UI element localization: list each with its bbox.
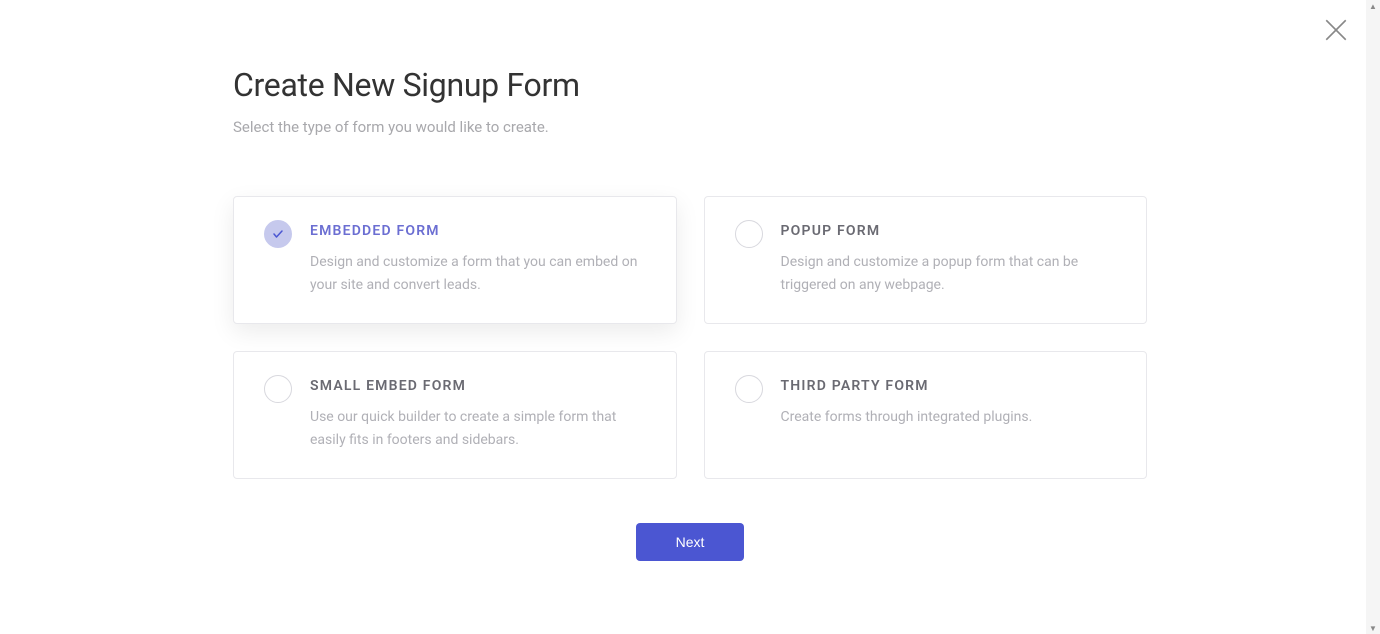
scrollbar-up-arrow-icon[interactable]: ▲ — [1366, 0, 1380, 12]
option-description: Design and customize a popup form that c… — [781, 251, 1117, 297]
option-third-party-form[interactable]: THIRD PARTY FORM Create forms through in… — [704, 351, 1148, 479]
scrollbar-down-arrow-icon[interactable]: ▼ — [1366, 622, 1380, 634]
option-title: EMBEDDED FORM — [310, 223, 646, 239]
option-embedded-form[interactable]: EMBEDDED FORM Design and customize a for… — [233, 196, 677, 324]
radio-indicator — [264, 375, 292, 403]
option-content: THIRD PARTY FORM Create forms through in… — [781, 378, 1117, 429]
option-small-embed-form[interactable]: SMALL EMBED FORM Use our quick builder t… — [233, 351, 677, 479]
option-title: THIRD PARTY FORM — [781, 378, 1117, 394]
form-type-options: EMBEDDED FORM Design and customize a for… — [233, 196, 1147, 479]
close-button[interactable] — [1322, 18, 1350, 46]
option-title: POPUP FORM — [781, 223, 1117, 239]
option-content: POPUP FORM Design and customize a popup … — [781, 223, 1117, 297]
close-icon — [1323, 17, 1349, 47]
page-title: Create New Signup Form — [233, 66, 1147, 104]
option-description: Create forms through integrated plugins. — [781, 406, 1117, 429]
next-button[interactable]: Next — [636, 523, 745, 561]
option-description: Use our quick builder to create a simple… — [310, 406, 646, 452]
option-title: SMALL EMBED FORM — [310, 378, 646, 394]
actions-row: Next — [233, 523, 1147, 561]
radio-indicator — [735, 375, 763, 403]
option-content: EMBEDDED FORM Design and customize a for… — [310, 223, 646, 297]
scrollbar-track[interactable]: ▲ ▼ — [1366, 0, 1380, 634]
option-description: Design and customize a form that you can… — [310, 251, 646, 297]
modal-content: Create New Signup Form Select the type o… — [0, 0, 1380, 561]
radio-indicator — [735, 220, 763, 248]
radio-indicator — [264, 220, 292, 248]
option-content: SMALL EMBED FORM Use our quick builder t… — [310, 378, 646, 452]
page-subtitle: Select the type of form you would like t… — [233, 118, 1147, 136]
check-icon — [272, 228, 284, 240]
option-popup-form[interactable]: POPUP FORM Design and customize a popup … — [704, 196, 1148, 324]
